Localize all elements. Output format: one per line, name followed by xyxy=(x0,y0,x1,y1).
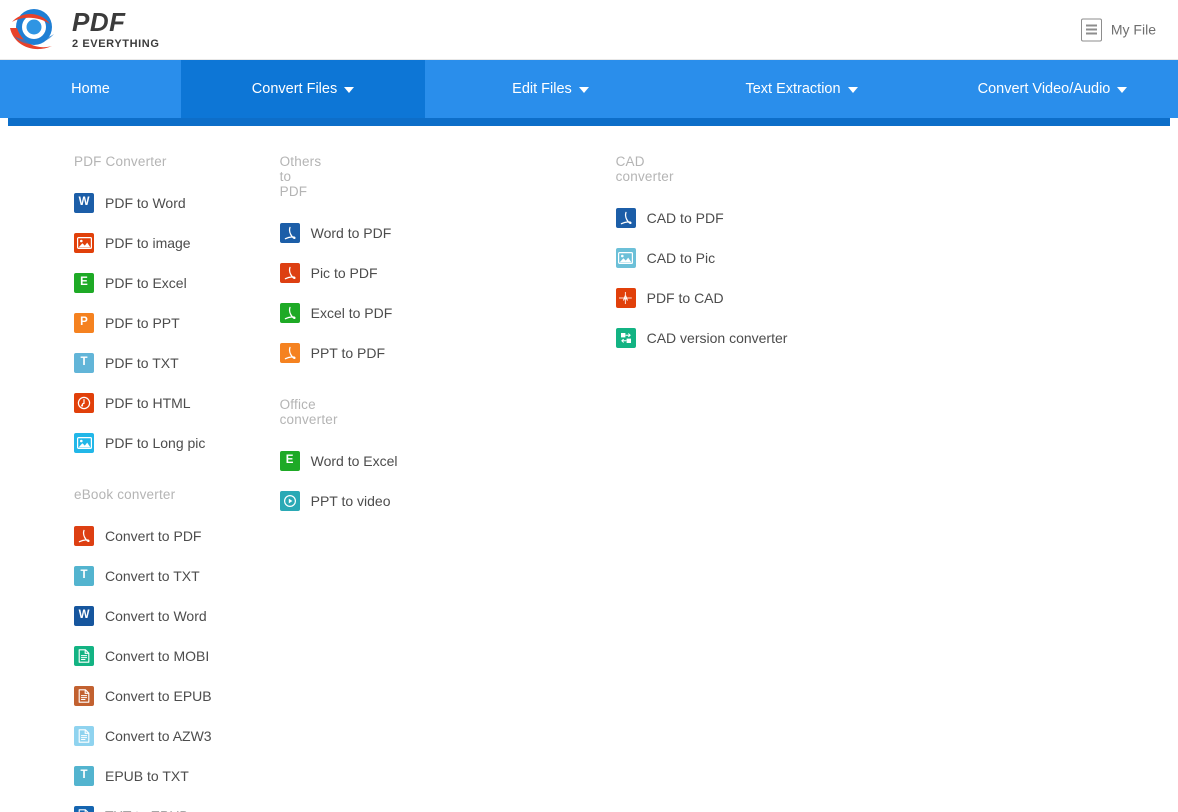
nav-item-convert-video-audio[interactable]: Convert Video/Audio xyxy=(927,60,1178,118)
list-box-icon xyxy=(1080,18,1102,41)
nav-item-label: Edit Files xyxy=(512,81,572,97)
nav-item-label: Text Extraction xyxy=(745,81,841,97)
convert-files-dropdown-panel: PDF Converter W PDF to Word PDF to image E PD… xyxy=(8,126,1170,812)
nav-item-home[interactable]: Home xyxy=(0,60,181,118)
chevron-down-icon xyxy=(344,87,355,93)
main-navigation: Home Convert Files Edit Files Text Extracti… xyxy=(0,60,1178,126)
logo-subtitle: 2 EVERYTHING xyxy=(72,38,160,50)
app-header: PDF 2 EVERYTHING My File xyxy=(0,0,1178,60)
brand-logo[interactable]: PDF 2 EVERYTHING xyxy=(8,6,159,54)
pdf2everything-swirl-logo-icon xyxy=(8,6,64,54)
nav-underline xyxy=(8,118,1170,126)
menu-column-4: Image converterHEIC to JPGWord to Long p… xyxy=(348,154,1178,812)
logo-title: PDF xyxy=(72,7,126,37)
nav-item-label: Convert Video/Audio xyxy=(977,81,1111,97)
nav-item-convert-files[interactable]: Convert Files xyxy=(181,60,425,118)
my-file-button[interactable]: My File xyxy=(1080,18,1156,41)
nav-item-label: Convert Files xyxy=(251,81,338,97)
nav-item-edit-files[interactable]: Edit Files xyxy=(425,60,676,118)
nav-item-label: Home xyxy=(71,81,110,97)
my-file-label: My File xyxy=(1110,21,1156,38)
chevron-down-icon xyxy=(1117,87,1128,93)
chevron-down-icon xyxy=(578,87,589,93)
chevron-down-icon xyxy=(847,87,858,93)
nav-item-text-extraction[interactable]: Text Extraction xyxy=(676,60,927,118)
